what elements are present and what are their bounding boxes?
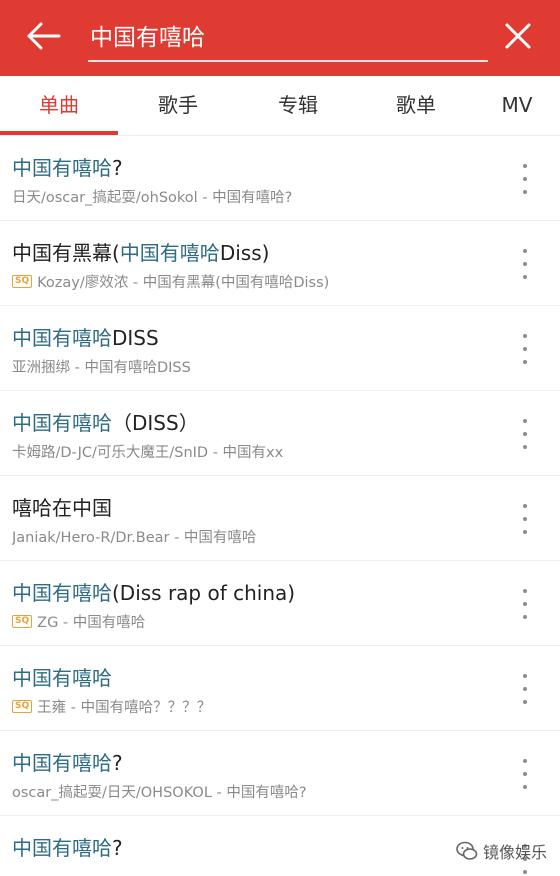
active-tab-indicator [0, 131, 118, 135]
more-options-icon[interactable] [512, 589, 538, 619]
song-subtitle: 日天/oscar_搞起耍/ohSokol - 中国有嘻哈? [12, 190, 293, 206]
song-subtitle: oscar_搞起耍/日天/OHSOKOL - 中国有嘻哈? [12, 785, 307, 801]
more-options-icon[interactable] [512, 164, 538, 194]
search-header [0, 0, 560, 76]
song-title: 中国有嘻哈? [12, 751, 123, 775]
song-row[interactable]: 中国有黑幕(中国有嘻哈Diss) SQ Kozay/廖效浓 - 中国有黑幕(中国有… [0, 221, 560, 306]
song-row[interactable]: 中国有嘻哈 SQ 王雍 - 中国有嘻哈？？？？ [0, 646, 560, 731]
song-title: 中国有嘻哈 [12, 666, 112, 690]
more-options-icon[interactable] [512, 249, 538, 279]
song-subtitle: Janiak/Hero-R/Dr.Bear - 中国有嘻哈 [12, 530, 257, 546]
sq-quality-badge: SQ [12, 275, 33, 288]
more-options-icon[interactable] [512, 674, 538, 704]
wechat-logo-icon [456, 841, 478, 860]
tab-songs[interactable]: 单曲 [0, 76, 118, 135]
song-subtitle: 王雍 - 中国有嘻哈？？？？ [37, 700, 212, 716]
song-subtitle: 亚洲捆绑 - 中国有嘻哈DISS [12, 360, 191, 376]
sq-quality-badge: SQ [12, 615, 33, 628]
song-title: 中国有嘻哈? [12, 156, 123, 180]
result-tabs: 单曲 歌手 专辑 歌单 MV [0, 76, 560, 136]
song-title: 中国有嘻哈(Diss rap of china) [12, 581, 296, 605]
song-subtitle-wrap: SQ ZG - 中国有嘻哈 [12, 611, 502, 632]
song-title: 中国有嘻哈? [12, 836, 123, 860]
more-options-icon[interactable] [512, 759, 538, 789]
tab-artists[interactable]: 歌手 [118, 76, 238, 135]
song-title: 中国有嘻哈DISS [12, 326, 159, 350]
song-subtitle: ZG - 中国有嘻哈 [37, 615, 146, 631]
song-subtitle-wrap: SQ Kozay/廖效浓 - 中国有黑幕(中国有嘻哈Diss) [12, 271, 502, 292]
more-options-icon[interactable] [512, 419, 538, 449]
song-subtitle-wrap: SQ 王雍 - 中国有嘻哈？？？？ [12, 696, 502, 717]
song-row[interactable]: 中国有嘻哈(Diss rap of china) SQ ZG - 中国有嘻哈 [0, 561, 560, 646]
clear-search-button[interactable] [496, 14, 540, 58]
back-button[interactable] [18, 14, 68, 58]
song-row[interactable]: 中国有嘻哈DISS 亚洲捆绑 - 中国有嘻哈DISS [0, 306, 560, 391]
song-title: 中国有黑幕(中国有嘻哈Diss) [12, 241, 270, 265]
song-subtitle: 卡姆路/D-JC/可乐大魔王/SnID - 中国有xx [12, 445, 284, 461]
song-row[interactable]: 中国有嘻哈? 日天/oscar_搞起耍/ohSokol - 中国有嘻哈? [0, 136, 560, 221]
song-row[interactable]: 中国有嘻哈? oscar_搞起耍/日天/OHSOKOL - 中国有嘻哈? [0, 731, 560, 816]
sq-quality-badge: SQ [12, 700, 33, 713]
watermark: 镜像娱乐 [455, 838, 547, 864]
more-options-icon[interactable] [512, 334, 538, 364]
tab-mv[interactable]: MV [474, 76, 560, 135]
song-row[interactable]: 嘻哈在中国 Janiak/Hero-R/Dr.Bear - 中国有嘻哈 [0, 476, 560, 561]
search-field-wrapper [88, 10, 492, 62]
close-icon [505, 23, 531, 49]
song-title: 嘻哈在中国 [12, 496, 112, 520]
song-subtitle: Kozay/廖效浓 - 中国有黑幕(中国有嘻哈Diss) [37, 275, 330, 291]
tab-albums[interactable]: 专辑 [238, 76, 358, 135]
tab-playlists[interactable]: 歌单 [358, 76, 474, 135]
song-list: 中国有嘻哈? 日天/oscar_搞起耍/ohSokol - 中国有嘻哈? 中国有… [0, 136, 560, 876]
back-arrow-icon [27, 22, 61, 50]
song-title: 中国有嘻哈（DISS） [12, 411, 199, 435]
search-input[interactable] [88, 10, 492, 60]
more-options-icon[interactable] [512, 504, 538, 534]
watermark-text: 镜像娱乐 [483, 843, 548, 862]
song-row[interactable]: 中国有嘻哈（DISS） 卡姆路/D-JC/可乐大魔王/SnID - 中国有xx [0, 391, 560, 476]
